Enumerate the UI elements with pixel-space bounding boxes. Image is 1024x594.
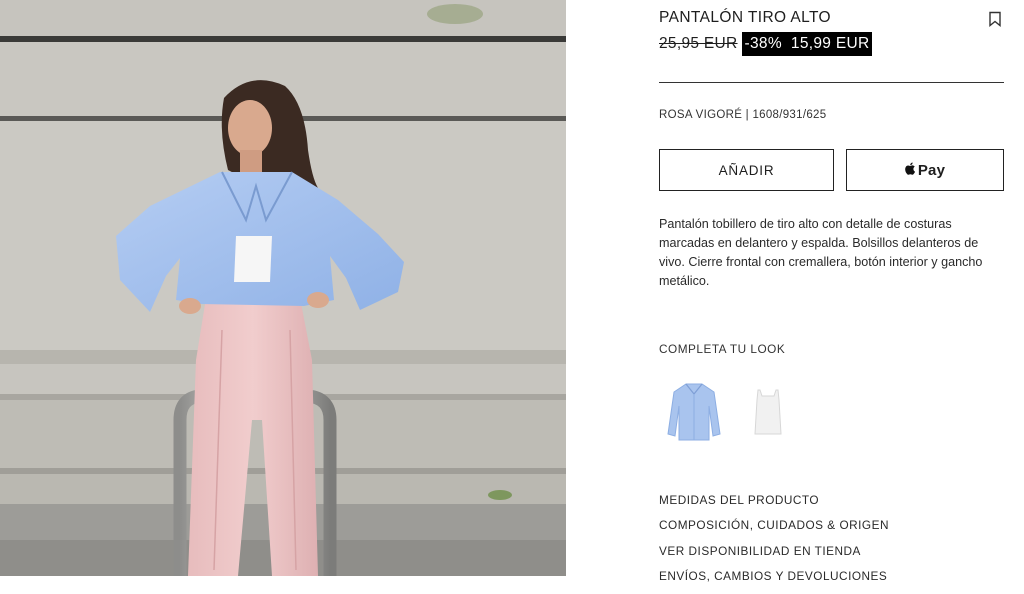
add-to-cart-label: AÑADIR: [718, 162, 775, 178]
product-description: Pantalón tobillero de tiro alto con deta…: [659, 217, 983, 288]
link-store-availability[interactable]: VER DISPONIBILIDAD EN TIENDA: [659, 544, 889, 569]
link-product-measurements[interactable]: MEDIDAS DEL PRODUCTO: [659, 493, 889, 518]
apple-pay-label: Pay: [917, 161, 946, 179]
old-price: 25,95 EUR: [659, 35, 738, 52]
bookmark-icon[interactable]: [988, 11, 1002, 27]
color-reference: ROSA VIGORÉ | 1608/931/625: [659, 109, 827, 121]
complete-look-heading: COMPLETA TU LOOK: [659, 342, 786, 356]
link-composition-care[interactable]: COMPOSICIÓN, CUIDADOS & ORIGEN: [659, 518, 889, 543]
divider: [659, 82, 1004, 83]
sale-price: 15,99 EUR: [790, 35, 870, 52]
link-shipping-returns[interactable]: ENVÍOS, CAMBIOS Y DEVOLUCIONES: [659, 569, 889, 594]
discount-percent: -38%: [744, 35, 782, 52]
add-to-cart-button[interactable]: AÑADIR: [659, 149, 834, 191]
product-title: PANTALÓN TIRO ALTO: [659, 9, 832, 26]
look-item-white-top[interactable]: [738, 378, 798, 444]
apple-logo-icon: [905, 162, 918, 179]
apple-pay-button[interactable]: Pay: [846, 149, 1004, 191]
product-info-links: MEDIDAS DEL PRODUCTO COMPOSICIÓN, CUIDAD…: [659, 493, 889, 594]
look-item-blue-shirt[interactable]: [664, 378, 724, 444]
sale-badge: -38% 15,99 EUR: [741, 32, 873, 56]
product-photo: [0, 0, 566, 576]
price-row: 25,95 EUR -38% 15,99 EUR: [659, 32, 873, 56]
